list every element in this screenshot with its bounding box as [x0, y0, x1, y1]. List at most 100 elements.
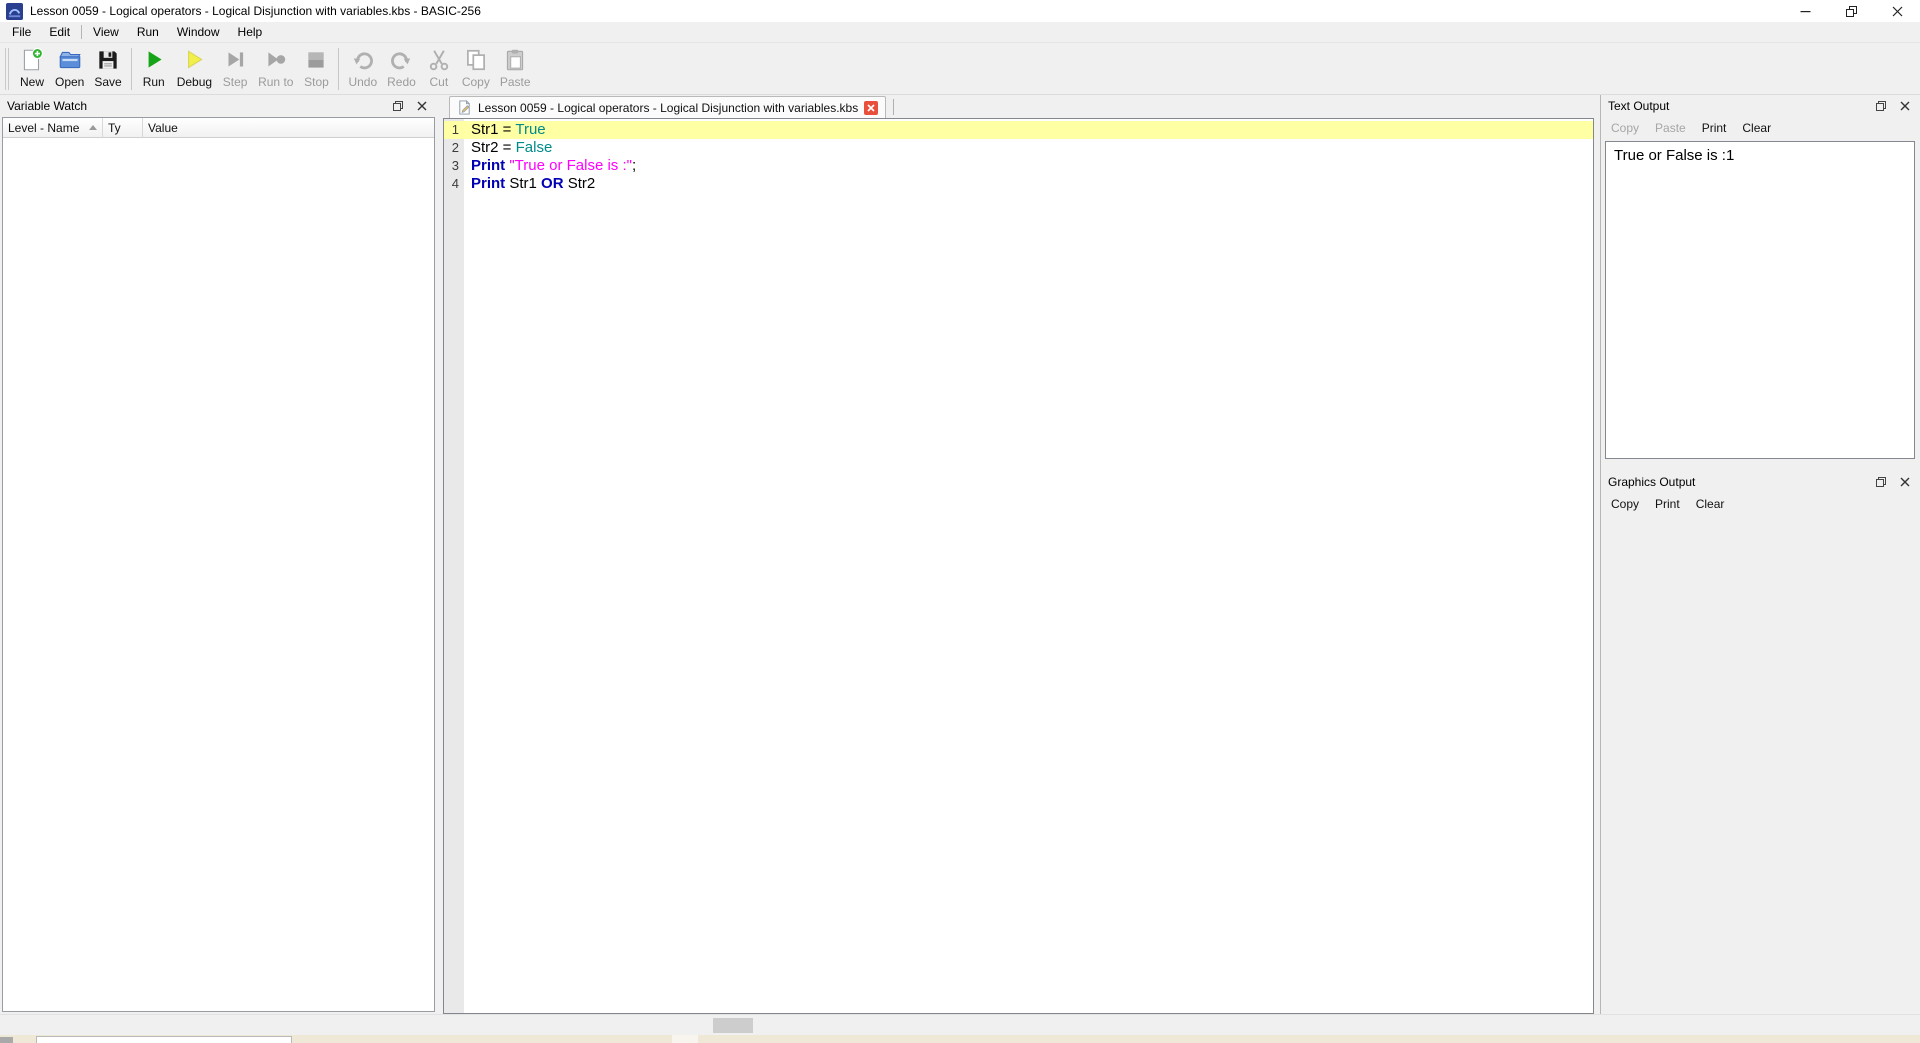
minimize-button[interactable] — [1782, 0, 1828, 22]
float-panel-icon[interactable] — [1874, 475, 1888, 489]
variable-watch-title: Variable Watch — [7, 99, 88, 113]
open-icon — [57, 46, 83, 74]
toolbar-button-label: Step — [222, 75, 248, 89]
toolbar-button-new[interactable]: New — [14, 45, 50, 89]
float-panel-icon[interactable] — [391, 99, 405, 113]
float-panel-icon[interactable] — [1874, 99, 1888, 113]
file-icon — [457, 100, 472, 115]
column-header-ty[interactable]: Ty — [103, 118, 143, 138]
code-editor[interactable]: 1 Str1 = True 2 Str2 = False 3 Print "True or… — [443, 118, 1594, 1014]
tab-close-button[interactable] — [864, 100, 879, 115]
toolbar-button-open[interactable]: Open — [50, 45, 89, 89]
code-line-3[interactable]: 3 Print "True or False is :"; — [444, 157, 1593, 175]
toolbar-button-run-to: Run to — [253, 45, 298, 89]
menu-item-edit[interactable]: Edit — [40, 23, 79, 41]
close-button[interactable] — [1874, 0, 1920, 22]
toolbar-button-label: Run to — [258, 75, 294, 89]
variable-watch-table: Level - Name Ty Value — [2, 117, 435, 1012]
undo-icon — [350, 46, 376, 74]
title-bar: Lesson 0059 - Logical operators - Logica… — [0, 0, 1920, 22]
column-header-label: Level - Name — [8, 120, 80, 135]
graphics-output-copy-button[interactable]: Copy — [1603, 495, 1647, 513]
code-text: Print "True or False is :"; — [471, 157, 637, 174]
restore-button[interactable] — [1828, 0, 1874, 22]
toolbar-button-label: Debug — [176, 75, 213, 89]
run-icon — [141, 46, 167, 74]
text-output-panel: Text Output Copy Paste Print Clear True or … — [1601, 95, 1920, 465]
editor-area: Lesson 0059 - Logical operators - Logica… — [443, 95, 1594, 1014]
toolbar-button-label: Redo — [387, 75, 416, 89]
toolbar-button-label: Paste — [499, 75, 531, 89]
debug-icon — [181, 46, 207, 74]
graphics-output-content[interactable] — [1601, 515, 1920, 1014]
tab-bar-divider — [893, 99, 895, 115]
scrollbar-thumb[interactable] — [713, 1018, 753, 1033]
window-title: Lesson 0059 - Logical operators - Logica… — [30, 4, 481, 18]
run-to-icon — [263, 46, 289, 74]
graphics-output-panel: Graphics Output Copy Print Clear — [1601, 471, 1920, 1014]
line-number-gutter — [444, 119, 464, 1013]
toolbar-button-undo: Undo — [343, 45, 382, 89]
output-panels: Text Output Copy Paste Print Clear True or … — [1600, 95, 1920, 1014]
code-text: Str2 = False — [471, 139, 553, 156]
text-output-clear-button[interactable]: Clear — [1734, 119, 1779, 137]
new-icon — [19, 46, 45, 74]
cut-icon — [426, 46, 452, 74]
toolbar-button-label: Save — [94, 75, 122, 89]
variable-watch-body[interactable] — [3, 138, 434, 1011]
toolbar-button-run[interactable]: Run — [136, 45, 172, 89]
code-line-2[interactable]: 2 Str2 = False — [444, 139, 1593, 157]
menu-item-window[interactable]: Window — [168, 23, 229, 41]
editor-tab[interactable]: Lesson 0059 - Logical operators - Logica… — [449, 96, 887, 118]
code-text: Str1 = True — [471, 121, 546, 138]
line-number: 1 — [451, 122, 459, 137]
toolbar-button-debug[interactable]: Debug — [172, 45, 217, 89]
app-icon — [6, 2, 23, 20]
column-header-label: Ty — [108, 120, 121, 135]
code-line-4[interactable]: 4 Print Str1 OR Str2 — [444, 175, 1593, 193]
menu-item-view[interactable]: View — [84, 23, 128, 41]
toolbar-separator — [338, 48, 340, 90]
toolbar-button-label: Stop — [304, 75, 329, 89]
toolbar-button-label: New — [19, 75, 44, 89]
text-output-title-bar: Text Output — [1601, 95, 1920, 117]
text-output-print-button[interactable]: Print — [1694, 119, 1735, 137]
menu-item-help[interactable]: Help — [229, 23, 272, 41]
text-output-content[interactable]: True or False is :1 — [1605, 141, 1915, 459]
redo-icon — [388, 46, 414, 74]
graphics-output-clear-button[interactable]: Clear — [1688, 495, 1733, 513]
editor-tab-label: Lesson 0059 - Logical operators - Logica… — [478, 100, 859, 115]
menu-separator — [81, 25, 83, 39]
toolbar-button-label: Cut — [429, 75, 449, 89]
toolbar-button-step: Step — [217, 45, 253, 89]
toolbar-drag-handle[interactable] — [5, 48, 9, 90]
close-panel-icon[interactable] — [415, 99, 429, 113]
toolbar-separator — [130, 48, 132, 90]
sort-indicator-icon — [89, 125, 97, 130]
code-text: Print Str1 OR Str2 — [471, 175, 596, 192]
toolbar-button-cut: Cut — [421, 45, 457, 89]
close-panel-icon[interactable] — [1898, 99, 1912, 113]
menu-item-file[interactable]: File — [3, 23, 40, 41]
menu-item-run[interactable]: Run — [128, 23, 168, 41]
text-output-copy-button: Copy — [1611, 121, 1640, 135]
toolbar-button-label: Copy — [461, 75, 490, 89]
toolbar-button-label: Open — [55, 75, 85, 89]
background-window-field — [36, 1036, 292, 1043]
close-panel-icon[interactable] — [1898, 475, 1912, 489]
code-line-1[interactable]: 1 Str1 = True — [444, 121, 1593, 139]
column-header-value[interactable]: Value — [143, 118, 434, 138]
graphics-output-title: Graphics Output — [1608, 475, 1696, 489]
column-header-level---name[interactable]: Level - Name — [3, 118, 103, 138]
status-bar — [0, 1014, 1920, 1035]
editor-tab-bar: Lesson 0059 - Logical operators - Logica… — [443, 95, 1594, 118]
graphics-output-print-button[interactable]: Print — [1647, 495, 1688, 513]
column-header-label: Value — [148, 120, 178, 135]
variable-watch-title-bar: Variable Watch — [0, 95, 437, 117]
text-output-paste-button: Paste — [1655, 121, 1686, 135]
copy-icon — [463, 46, 489, 74]
toolbar-button-stop: Stop — [298, 45, 334, 89]
toolbar-button-save[interactable]: Save — [89, 45, 126, 89]
stop-icon — [303, 46, 329, 74]
step-icon — [222, 46, 248, 74]
